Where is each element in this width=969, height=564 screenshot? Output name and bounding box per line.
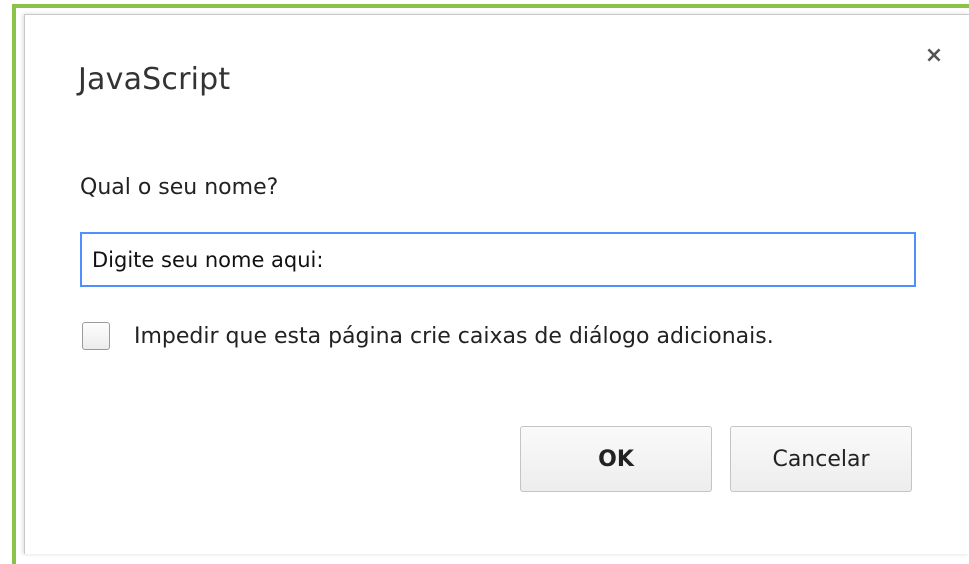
suppress-dialogs-checkbox[interactable] <box>82 322 110 350</box>
cancel-button[interactable]: Cancelar <box>730 426 912 492</box>
dialog-title: JavaScript <box>78 62 231 97</box>
close-icon[interactable]: × <box>922 44 946 68</box>
screen: × JavaScript Qual o seu nome? Impedir qu… <box>0 0 969 564</box>
prompt-input[interactable] <box>80 232 916 287</box>
prompt-message: Qual o seu nome? <box>80 175 279 200</box>
ok-button[interactable]: OK <box>520 426 712 492</box>
suppress-dialogs-row[interactable]: Impedir que esta página crie caixas de d… <box>82 318 774 354</box>
suppress-dialogs-label[interactable]: Impedir que esta página crie caixas de d… <box>134 324 774 349</box>
